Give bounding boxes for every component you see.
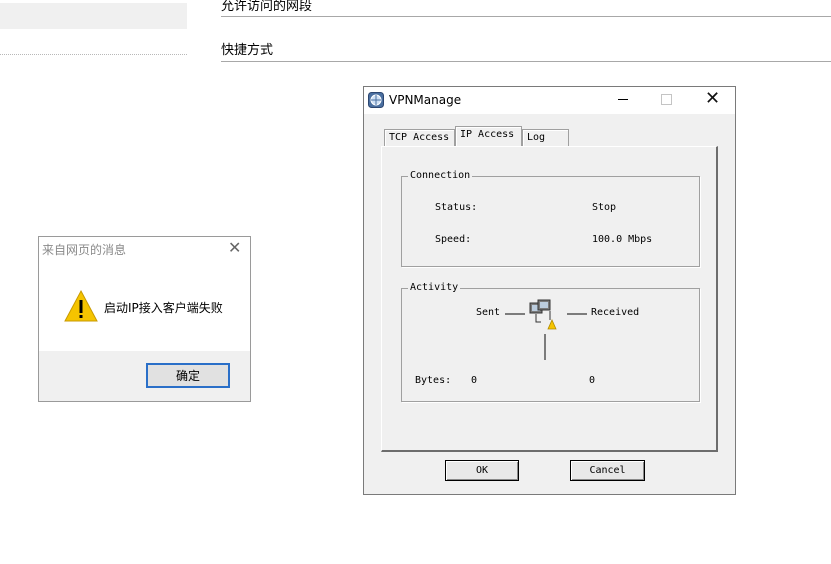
close-icon[interactable]: ✕	[705, 89, 720, 109]
bytes-label: Bytes:	[415, 375, 452, 386]
dialog-footer: 确定	[39, 351, 250, 401]
vpnmanage-window: VPNManage ✕ TCP Access IP Access Log Con…	[363, 86, 736, 495]
warning-icon	[64, 289, 98, 322]
dialog-message: 启动IP接入客户端失败	[104, 301, 223, 315]
window-titlebar[interactable]: VPNManage ✕	[364, 87, 735, 114]
section-divider	[221, 61, 831, 62]
network-computers-icon	[505, 299, 587, 360]
received-label: Received	[591, 307, 640, 318]
section-divider	[221, 16, 831, 17]
bytes-received-value: 0	[589, 375, 596, 386]
confirm-button[interactable]: 确定	[146, 363, 230, 388]
sent-label: Sent	[476, 307, 501, 318]
tab-ip-access[interactable]: IP Access	[455, 126, 522, 146]
connection-legend: Connection	[408, 170, 473, 182]
window-title: VPNManage	[389, 93, 462, 107]
speed-value: 100.0 Mbps	[592, 234, 653, 245]
status-value: Stop	[592, 202, 617, 213]
tab-log[interactable]: Log	[522, 129, 569, 146]
close-icon[interactable]: ✕	[228, 240, 241, 256]
maximize-icon[interactable]	[661, 94, 672, 105]
status-label: Status:	[435, 202, 478, 213]
speed-label: Speed:	[435, 234, 472, 245]
activity-group: Activity Sent Received Bytes: 0 0	[401, 282, 700, 402]
activity-legend: Activity	[408, 282, 461, 294]
dialog-title: 来自网页的消息	[42, 243, 127, 257]
ok-button[interactable]: OK	[445, 460, 519, 481]
cancel-button[interactable]: Cancel	[570, 460, 645, 481]
minimize-icon[interactable]	[618, 99, 628, 100]
webpage-message-dialog: 来自网页的消息 ✕ 启动IP接入客户端失败 确定	[38, 236, 251, 402]
ip-access-panel: Connection Status: Stop Speed: 100.0 Mbp…	[381, 146, 718, 452]
tab-tcp-access[interactable]: TCP Access	[384, 129, 455, 146]
allowed-segments-heading: 允许访问的网段	[221, 0, 313, 14]
left-nav-bar	[0, 3, 187, 29]
connection-group: Connection Status: Stop Speed: 100.0 Mbp…	[401, 170, 700, 267]
left-nav-divider	[0, 54, 187, 55]
bytes-sent-value: 0	[471, 375, 478, 386]
shortcut-heading: 快捷方式	[221, 43, 274, 58]
app-globe-icon	[368, 92, 384, 108]
